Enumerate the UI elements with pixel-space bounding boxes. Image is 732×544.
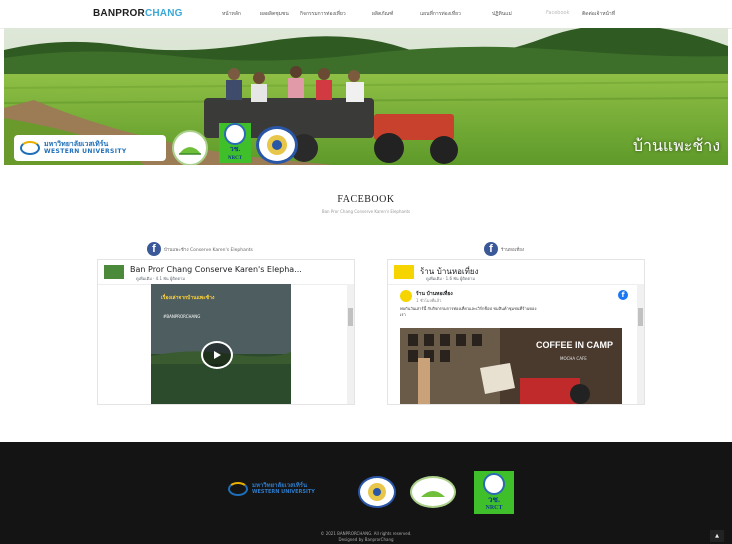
facebook-feed-left: Ban Pror Chang Conserve Karen's Elepha..… [97, 259, 355, 405]
page-header: Ban Pror Chang Conserve Karen's Elepha..… [98, 260, 354, 285]
nrct-label: วช. [488, 494, 500, 504]
facebook-icon[interactable]: f [147, 242, 161, 256]
menu-item-map[interactable]: แผนที่การท่องเที่ยว [420, 10, 461, 18]
footer-ministry-seal [358, 476, 396, 508]
feed-scrollbar[interactable] [637, 284, 644, 404]
nrct-sub-label: NRCT [485, 504, 503, 511]
hero-title: บ้านแพะช้าง [632, 136, 720, 155]
university-name-thai: มหาวิทยาลัยเวสเทิร์น [44, 140, 109, 148]
page-thumbnail[interactable] [104, 265, 124, 279]
footer-university-logo: มหาวิทยาลัยเวสเทิร์น WESTERN UNIVERSITY [228, 482, 315, 496]
designer-credit: Designed by BanprorChang [338, 537, 394, 542]
nrct-logo: วช. NRCT [219, 123, 251, 163]
post-text: พบกันวันเสาร์นี้ กับกิจกรรมการท่องเที่ยว… [400, 306, 537, 317]
leaf-icon [421, 491, 445, 497]
right-feed-title[interactable]: ร้านหอเที่ยง [501, 246, 524, 253]
university-emblem-icon [228, 482, 248, 496]
menu-item-home[interactable]: หน้าหลัก [222, 10, 241, 18]
leaf-icon [179, 147, 201, 155]
menu-item-facebook[interactable]: Facebook [546, 10, 570, 16]
top-navbar: BANPRORCHANG หน้าหลัก ผลผลิตชุมชน กิจกรร… [0, 0, 732, 29]
left-feed-header: f บ้านแพะช้าง Conserve Karen's Elephants [147, 242, 253, 256]
play-icon [214, 351, 221, 359]
page-header: ร้าน บ้านหอเที่ยง ดูเพิ่มเติม · 1.6 พัน … [388, 260, 644, 285]
menu-item-products[interactable]: ผลผลิตชุมชน [260, 10, 289, 18]
university-name-english: WESTERN UNIVERSITY [44, 148, 127, 155]
page-thumbnail[interactable] [394, 265, 414, 279]
post-card[interactable]: ร้าน บ้านหอเที่ยง 1 ชั่วโมงที่แล้ว f พบก… [394, 288, 630, 404]
post-avatar[interactable] [400, 290, 412, 302]
footer-nrct-logo: วช. NRCT [474, 471, 514, 514]
seal-icon [267, 135, 287, 155]
back-to-top-button[interactable]: ▲ [710, 530, 724, 542]
right-feed-header: f ร้านหอเที่ยง [484, 242, 524, 256]
left-feed-title[interactable]: บ้านแพะช้าง Conserve Karen's Elephants [164, 246, 253, 253]
page-name-link[interactable]: Ban Pror Chang Conserve Karen's Elepha..… [130, 265, 302, 274]
menu-item-goods[interactable]: ผลิตภัณฑ์ [372, 10, 393, 18]
video-caption: เรื่องเล่าจากบ้านแพะช้าง [161, 295, 215, 301]
brand-text-main: BANPROR [93, 8, 145, 19]
facebook-logo-icon[interactable]: f [618, 290, 628, 300]
scrollbar-thumb[interactable] [638, 308, 643, 326]
nrct-seal-icon [224, 123, 246, 145]
nrct-sub-label: NRCT [227, 156, 243, 161]
photo-sub-text: MOCHA CAFE [560, 356, 587, 361]
play-button[interactable] [201, 341, 233, 369]
brand-logo[interactable]: BANPRORCHANG [93, 8, 183, 19]
facebook-feed-right: ร้าน บ้านหอเที่ยง ดูเพิ่มเติม · 1.6 พัน … [387, 259, 645, 405]
menu-item-calendar[interactable]: ปฏิทินแม่ [492, 10, 512, 18]
university-name-thai: มหาวิทยาลัยเวสเทิร์น [252, 482, 308, 489]
post-photo[interactable]: COFFEE IN CAMP MOCHA CAFE [400, 328, 622, 404]
video-hashtag: #BANPRORCHANG [163, 314, 201, 319]
feed-scrollbar[interactable] [347, 284, 354, 404]
university-name-english: WESTERN UNIVERSITY [252, 489, 315, 495]
menu-item-activities[interactable]: กิจกรรมการท่องเที่ยว [300, 10, 346, 18]
scrollbar-thumb[interactable] [348, 308, 353, 326]
section-title: FACEBOOK [337, 194, 395, 205]
nrct-label: วช. [229, 145, 241, 153]
brand-text-accent: CHANG [144, 8, 183, 19]
video-post[interactable]: เรื่องเล่าจากบ้านแพะช้าง #BANPRORCHANG [151, 284, 291, 404]
facebook-icon[interactable]: f [484, 242, 498, 256]
section-subtitle: Ban Pror Chang Conserve Karen's Elephant… [321, 209, 411, 214]
page-follower-count[interactable]: ดูเพิ่มเติม · 4.1 พัน ผู้ติดตาม [136, 275, 185, 282]
post-timestamp[interactable]: 1 ชั่วโมงที่แล้ว [416, 297, 441, 304]
page-follower-count[interactable]: ดูเพิ่มเติม · 1.6 พัน ผู้ติดตาม [426, 275, 475, 282]
footer: มหาวิทยาลัยเวสเทิร์น WESTERN UNIVERSITY … [0, 442, 732, 544]
photo-sign-text: COFFEE IN CAMP [536, 340, 614, 350]
copyright-text: © 2021 BANPRORCHANG. All rights reserved… [320, 531, 412, 536]
hero-banner: มหาวิทยาลัยเวสเทิร์น WESTERN UNIVERSITY … [4, 28, 728, 165]
footer-leaf-logo [410, 476, 456, 508]
nrct-seal-icon [483, 472, 505, 495]
western-university-logo: มหาวิทยาลัยเวสเทิร์น WESTERN UNIVERSITY [14, 135, 166, 161]
menu-item-contact[interactable]: ติดต่อเจ้าหน้าที่ [582, 10, 615, 18]
seal-icon [368, 483, 386, 501]
ministry-seal-logo [256, 126, 298, 164]
community-leaf-logo [172, 130, 208, 165]
university-emblem-icon [20, 141, 40, 155]
